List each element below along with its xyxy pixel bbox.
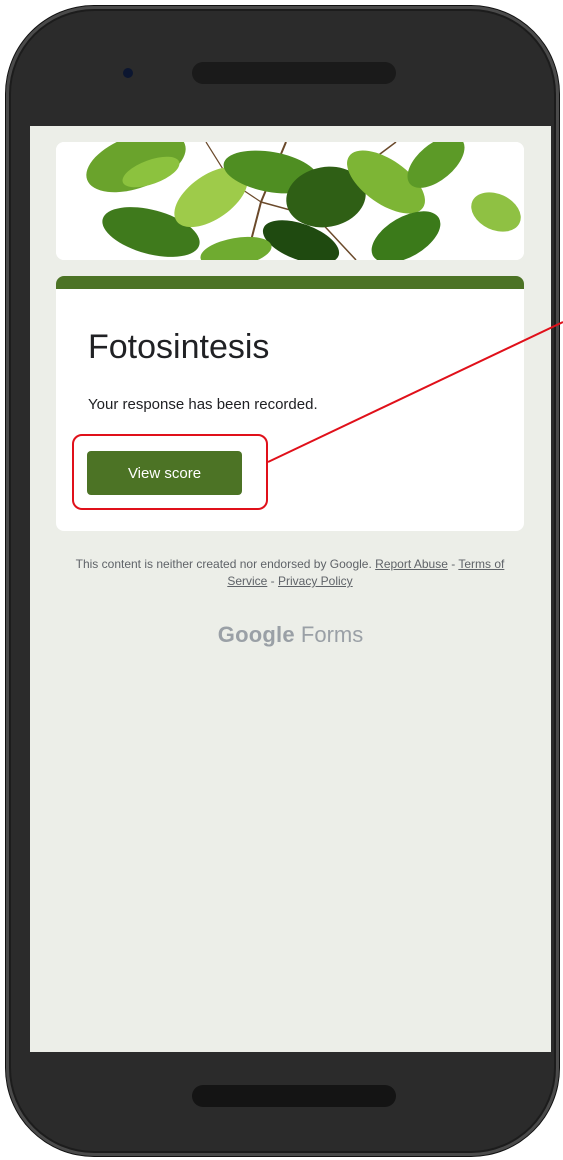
- leaves-banner-image: [56, 142, 524, 260]
- google-forms-logo[interactable]: Google Forms: [30, 622, 551, 648]
- card-accent-bar: [56, 276, 524, 289]
- home-bar: [192, 1085, 396, 1107]
- separator: -: [267, 574, 278, 588]
- earpiece-speaker: [192, 62, 396, 84]
- brand-forms: Forms: [300, 622, 364, 647]
- footer-disclaimer: This content is neither created nor endo…: [70, 556, 510, 590]
- view-score-button[interactable]: View score: [87, 451, 242, 495]
- phone-screen: Fotosintesis Your response has been reco…: [30, 126, 551, 1052]
- form-header-image: [56, 142, 524, 260]
- report-abuse-link[interactable]: Report Abuse: [375, 557, 448, 571]
- privacy-link[interactable]: Privacy Policy: [278, 574, 353, 588]
- confirmation-card: Fotosintesis Your response has been reco…: [56, 276, 524, 531]
- front-camera: [123, 68, 133, 78]
- separator: -: [447, 557, 459, 571]
- disclaimer-text: This content is neither created nor endo…: [75, 557, 372, 571]
- confirmation-message: Your response has been recorded.: [88, 396, 318, 413]
- form-title: Fotosintesis: [88, 328, 270, 366]
- brand-google: Google: [217, 622, 295, 647]
